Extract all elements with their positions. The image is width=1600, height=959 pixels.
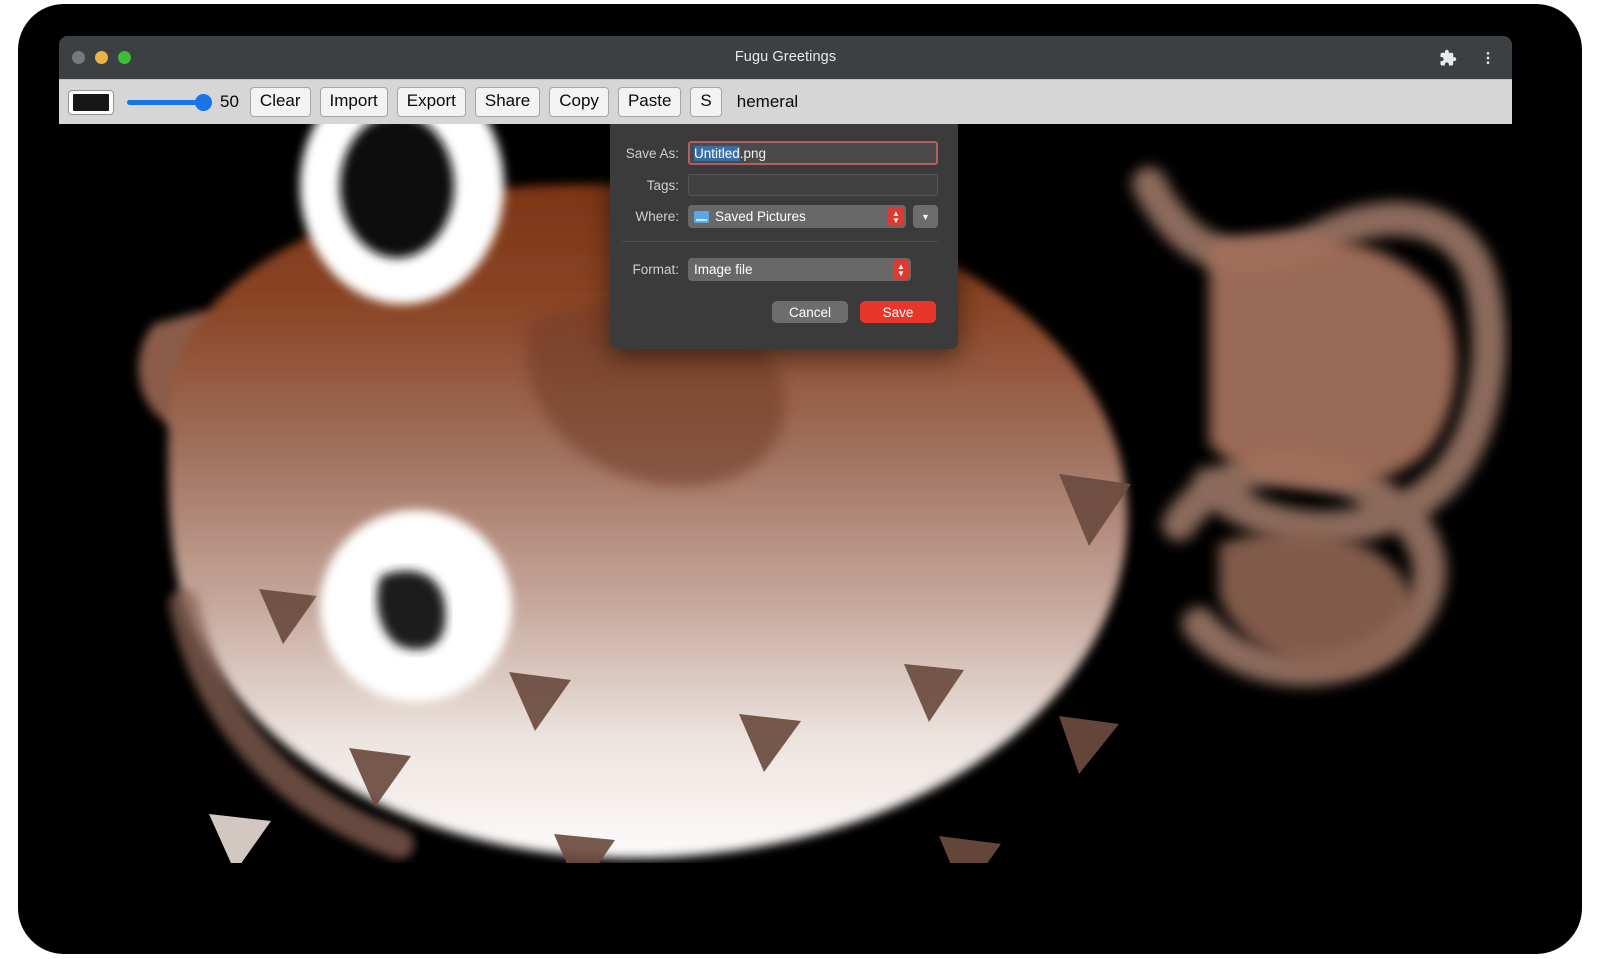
tags-input[interactable] (688, 174, 938, 196)
titlebar-actions (1436, 46, 1500, 70)
color-picker-swatch[interactable] (68, 90, 114, 115)
dialog-separator (622, 241, 938, 242)
share-button[interactable]: Share (475, 87, 540, 117)
title-bar: Fugu Greetings (59, 36, 1512, 79)
tags-row: Tags: (610, 174, 938, 196)
ephemeral-toggle-label[interactable]: hemeral (737, 92, 798, 112)
save-as-label: Save As: (610, 146, 688, 161)
color-swatch-fill (73, 94, 109, 111)
clear-button[interactable]: Clear (250, 87, 311, 117)
save-button[interactable]: S (690, 87, 721, 117)
filename-extension-part: .png (740, 146, 766, 161)
filename-selected-part: Untitled (694, 146, 740, 161)
chevron-down-icon: ▼ (897, 270, 905, 277)
format-select[interactable]: Image file ▲ ▼ (688, 258, 911, 281)
format-value: Image file (694, 262, 753, 277)
export-button[interactable]: Export (397, 87, 466, 117)
chevron-down-icon: ▼ (921, 212, 930, 222)
dialog-action-buttons: Cancel Save (610, 301, 938, 323)
window-controls (72, 51, 131, 64)
tags-label: Tags: (610, 178, 688, 193)
expand-browser-button[interactable]: ▼ (913, 205, 938, 228)
maximize-window-button[interactable] (118, 51, 131, 64)
where-label: Where: (610, 209, 688, 224)
save-file-dialog: Save As: Untitled.png Tags: Where: Saved… (610, 124, 958, 349)
close-window-button[interactable] (72, 51, 85, 64)
paste-button[interactable]: Paste (618, 87, 681, 117)
thickness-value-label: 50 (220, 92, 239, 112)
chevron-down-icon: ▼ (892, 217, 900, 224)
extensions-puzzle-icon[interactable] (1436, 46, 1460, 70)
drawing-toolbar: 50 Clear Import Export Share Copy Paste … (59, 79, 1512, 124)
import-button[interactable]: Import (320, 87, 388, 117)
format-stepper-icon[interactable]: ▲ ▼ (893, 260, 909, 279)
application-window: Fugu Greetings 50 C (59, 36, 1512, 863)
drawing-canvas[interactable]: Save As: Untitled.png Tags: Where: Saved… (59, 124, 1512, 863)
save-confirm-button[interactable]: Save (860, 301, 936, 323)
format-row: Format: Image file ▲ ▼ (610, 258, 938, 281)
folder-icon (694, 211, 709, 223)
copy-button[interactable]: Copy (549, 87, 609, 117)
where-row: Where: Saved Pictures ▲ ▼ ▼ (610, 205, 938, 228)
save-as-input[interactable]: Untitled.png (688, 141, 938, 165)
format-label: Format: (610, 262, 688, 277)
slider-thumb[interactable] (195, 94, 212, 111)
save-as-row: Save As: Untitled.png (610, 141, 938, 165)
window-title: Fugu Greetings (59, 49, 1512, 65)
where-stepper-icon[interactable]: ▲ ▼ (888, 207, 904, 226)
line-thickness-slider[interactable] (127, 92, 209, 112)
browser-menu-icon[interactable] (1476, 46, 1500, 70)
cancel-button[interactable]: Cancel (772, 301, 848, 323)
where-value: Saved Pictures (715, 209, 806, 224)
where-location-select[interactable]: Saved Pictures ▲ ▼ (688, 205, 906, 228)
minimize-window-button[interactable] (95, 51, 108, 64)
